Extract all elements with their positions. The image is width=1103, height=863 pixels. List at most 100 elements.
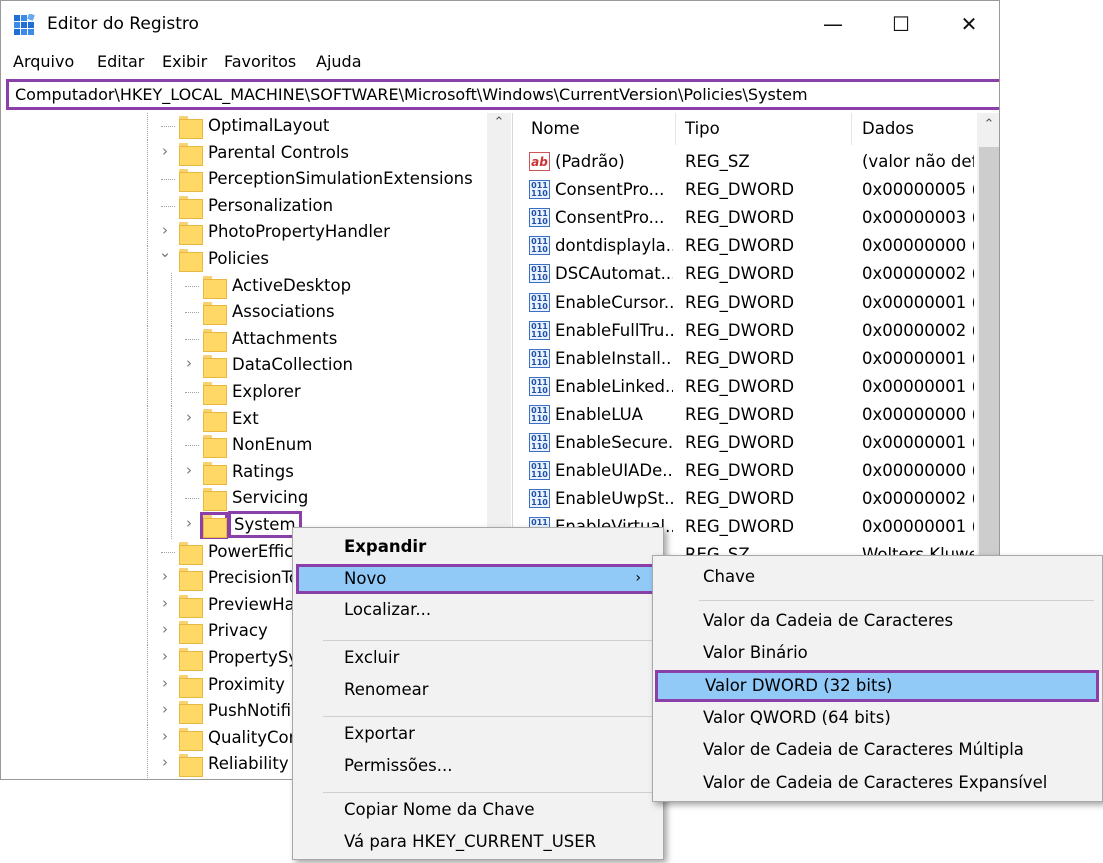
tree-item[interactable]: Associations <box>1 299 491 327</box>
column-header-name[interactable]: Nome <box>531 113 580 145</box>
tree-guide-line <box>171 352 172 380</box>
list-item[interactable]: 011 110EnableLUA REG_DWORD 0x00000000 (0) <box>519 401 979 429</box>
submenu-item-valor-de-cadeia-de-caracteres-expans-vel[interactable]: Valor de Cadeia de Caracteres Expansível <box>653 768 1098 800</box>
tree-item-label: PerceptionSimulationExtensions <box>208 169 473 189</box>
chevron-right-icon[interactable]: › <box>158 142 172 160</box>
tree-item[interactable]: › PhotoPropertyHandler <box>1 219 491 247</box>
menu-item-novo[interactable]: Novo › <box>296 564 658 594</box>
menu-favoritos[interactable]: Favoritos <box>224 52 296 71</box>
list-item[interactable]: 011 110 dontdisplayla... REG_DWORD 0x000000… <box>519 232 979 260</box>
menu-item-label: Renomear <box>344 680 429 699</box>
tree-item[interactable]: NonEnum <box>1 432 491 460</box>
menu-editar[interactable]: Editar <box>97 52 144 71</box>
tree-guide-line <box>147 379 148 406</box>
value-type: REG_DWORD <box>685 489 795 509</box>
menu-item-copiar-nome-da-chave[interactable]: Copiar Nome da Chave <box>296 796 658 826</box>
chevron-right-icon[interactable]: › <box>182 408 196 426</box>
close-button[interactable]: ✕ <box>935 1 999 47</box>
chevron-right-icon[interactable]: › <box>158 753 172 771</box>
column-header-data[interactable]: Dados <box>862 113 914 145</box>
chevron-right-icon[interactable]: › <box>158 647 172 665</box>
menu-separator <box>323 792 653 793</box>
tree-guide-line <box>185 338 199 340</box>
chevron-right-icon[interactable]: › <box>158 620 172 638</box>
list-item[interactable]: 011 110 EnableCursor... REG_DWORD 0x0000000… <box>519 289 979 317</box>
menu-ajuda[interactable]: Ajuda <box>316 52 362 71</box>
tree-item[interactable]: ⌄ Policies <box>1 243 491 273</box>
chevron-right-icon[interactable]: › <box>158 700 172 718</box>
tree-item[interactable]: › Parental Controls <box>1 139 491 167</box>
menu-item-exportar[interactable]: Exportar <box>296 720 658 750</box>
tree-item-label: Personalization <box>208 195 334 215</box>
menu-item-renomear[interactable]: Renomear <box>296 676 658 706</box>
tree-item[interactable]: › Ratings <box>1 458 491 486</box>
chevron-right-icon[interactable]: › <box>158 594 172 612</box>
chevron-down-icon[interactable]: ⌄ <box>158 243 172 261</box>
tree-guide-line <box>171 458 172 486</box>
tree-item[interactable]: Attachments <box>1 325 491 353</box>
chevron-right-icon[interactable]: › <box>182 514 196 532</box>
list-item[interactable]: 011 110 EnableLinked... REG_DWORD 0x0000000… <box>519 373 979 401</box>
scroll-up-icon[interactable]: ⌃ <box>487 115 511 130</box>
list-item[interactable]: 011 110 EnableUwpSt... REG_DWORD 0x00000002… <box>519 485 979 513</box>
list-item[interactable]: 011 110 EnableUIADe... REG_DWORD 0x00000000… <box>519 457 979 485</box>
tree-guide-line <box>171 325 172 353</box>
column-separator[interactable] <box>675 113 676 145</box>
folder-icon <box>179 754 203 778</box>
tree-guide-line <box>147 219 148 247</box>
tree-item[interactable]: Servicing <box>1 485 491 513</box>
column-separator[interactable] <box>851 113 852 145</box>
list-item[interactable]: 011 110 EnableInstall... REG_DWORD 0x000000… <box>519 345 979 373</box>
scroll-up-icon[interactable]: ⌃ <box>977 117 999 132</box>
tree-item[interactable]: › DataCollection <box>1 352 491 380</box>
folder-icon <box>179 701 203 725</box>
value-type: REG_DWORD <box>685 236 795 256</box>
submenu-item-valor-qword-64-bits[interactable]: Valor QWORD (64 bits) <box>653 703 1098 735</box>
menu-item-expandir[interactable]: Expandir <box>296 533 658 563</box>
tree-item[interactable]: Personalization <box>1 192 491 220</box>
menu-item-excluir[interactable]: Excluir <box>296 644 658 674</box>
chevron-right-icon[interactable]: › <box>158 567 172 585</box>
list-item[interactable]: 011 110 DSCAutomat... REG_DWORD 0x00000002 … <box>519 260 979 288</box>
menu-item-localizar[interactable]: Localizar... <box>296 596 658 626</box>
list-item[interactable]: ab (Padrão) REG_SZ (valor não defi <box>519 148 979 176</box>
submenu-item-valor-de-cadeia-de-caracteres-m-ltipla[interactable]: Valor de Cadeia de Caracteres Múltipla <box>653 735 1098 767</box>
tree-guide-line <box>147 325 148 353</box>
minimize-button[interactable]: — <box>799 1 867 47</box>
tree-item[interactable]: OptimalLayout <box>1 113 491 140</box>
submenu-item-valor-bin-rio[interactable]: Valor Binário <box>653 638 1098 670</box>
tree-item[interactable]: PerceptionSimulationExtensions <box>1 166 491 194</box>
list-item[interactable]: 011 110 EnableFullTru... REG_DWORD 0x000000… <box>519 317 979 345</box>
value-data: 0x00000001 (1) <box>862 433 974 452</box>
submenu-item-valor-dword-32-bits[interactable]: Valor DWORD (32 bits) <box>655 670 1099 702</box>
menu-exibir[interactable]: Exibir <box>162 52 207 71</box>
scroll-thumb[interactable] <box>979 147 999 587</box>
folder-icon <box>179 142 203 166</box>
folder-icon <box>203 408 227 432</box>
tree-item-label: ActiveDesktop <box>232 275 352 295</box>
value-data: 0x00000000 (0) <box>862 404 974 424</box>
chevron-right-icon[interactable]: › <box>182 461 196 479</box>
menu-item-permiss-es[interactable]: Permissões... <box>296 752 658 782</box>
list-item[interactable]: 011 110 EnableSecure... REG_DWORD 0x0000000… <box>519 429 979 457</box>
submenu-item-valor-da-cadeia-de-caracteres[interactable]: Valor da Cadeia de Caracteres <box>653 606 1098 638</box>
column-header-type[interactable]: Tipo <box>685 113 720 145</box>
chevron-right-icon[interactable]: › <box>158 674 172 692</box>
chevron-right-icon[interactable]: › <box>158 727 172 745</box>
list-item[interactable]: 011 110 ConsentPro... REG_DWORD 0x00000005 … <box>519 176 979 204</box>
tree-item[interactable]: › Ext <box>1 405 491 433</box>
list-item[interactable]: 011 110 ConsentPro... REG_DWORD 0x00000003 … <box>519 204 979 232</box>
chevron-right-icon[interactable]: › <box>158 221 172 239</box>
title-bar[interactable]: Editor do Registro — ☐ ✕ <box>1 1 999 47</box>
menu-item-label: Excluir <box>344 648 400 667</box>
submenu-item-chave[interactable]: Chave <box>653 562 1098 594</box>
chevron-right-icon[interactable]: › <box>182 354 196 372</box>
maximize-button[interactable]: ☐ <box>867 1 935 47</box>
value-type: REG_DWORD <box>685 180 795 200</box>
tree-item[interactable]: Explorer <box>1 379 491 406</box>
tree-item[interactable]: ActiveDesktop <box>1 272 491 300</box>
menu-item-v-para-hkey-current-user[interactable]: Vá para HKEY_CURRENT_USER <box>296 828 658 858</box>
address-bar[interactable]: Computador\HKEY_LOCAL_MACHINE\SOFTWARE\M… <box>6 79 999 110</box>
menu-arquivo[interactable]: Arquivo <box>13 52 74 71</box>
folder-icon <box>203 435 227 459</box>
